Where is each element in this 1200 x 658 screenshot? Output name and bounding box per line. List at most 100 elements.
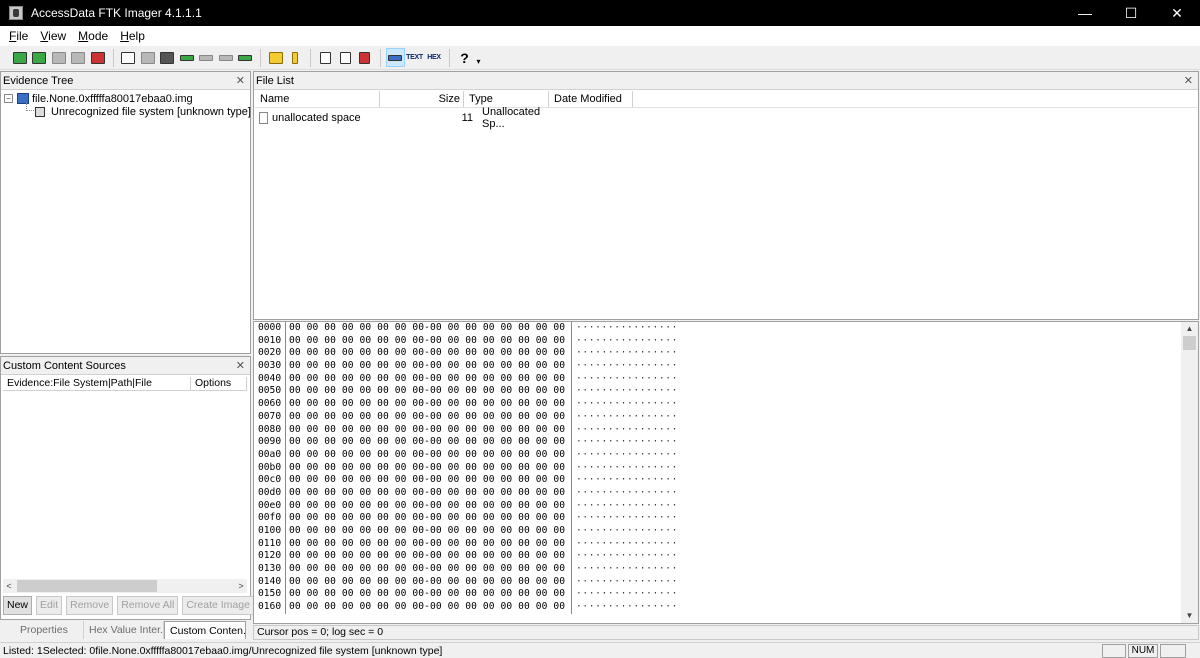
scroll-down-icon[interactable]: ▼ bbox=[1181, 609, 1198, 623]
hex-row[interactable]: 0160 00 00 00 00 00 00 00 00-00 00 00 00 … bbox=[254, 601, 678, 614]
auto-view-icon bbox=[388, 54, 402, 61]
add-all-attached-devices-button[interactable] bbox=[30, 48, 49, 67]
hex-view-button[interactable]: HEX bbox=[425, 48, 444, 67]
hex-row[interactable]: 0060 00 00 00 00 00 00 00 00-00 00 00 00 … bbox=[254, 398, 678, 411]
remove-all-evidence-button[interactable] bbox=[88, 48, 107, 67]
hex-row[interactable]: 00a0 00 00 00 00 00 00 00 00-00 00 00 00 … bbox=[254, 448, 678, 462]
text-view-icon: TEXT bbox=[406, 53, 423, 61]
help-button[interactable]: ? bbox=[455, 48, 474, 67]
remove-evidence-icon bbox=[71, 51, 85, 64]
hex-bytes: 00 00 00 00 00 00 00 00-00 00 00 00 00 0… bbox=[286, 360, 572, 373]
hex-offset: 0100 bbox=[254, 525, 286, 538]
vertical-scrollbar[interactable]: ▲ ▼ bbox=[1181, 322, 1198, 623]
hex-row[interactable]: 0130 00 00 00 00 00 00 00 00-00 00 00 00 … bbox=[254, 563, 678, 576]
close-button[interactable]: ✕ bbox=[1154, 0, 1200, 26]
hex-row[interactable]: 0120 00 00 00 00 00 00 00 00-00 00 00 00 … bbox=[254, 550, 679, 564]
toolbar-options-dropdown[interactable]: ▾ bbox=[477, 57, 481, 66]
hex-ascii: ················ bbox=[576, 512, 679, 524]
tab-custom-content[interactable]: Custom Conten... bbox=[164, 621, 246, 639]
menu-help[interactable]: Help bbox=[114, 27, 151, 45]
hex-row[interactable]: 0150 00 00 00 00 00 00 00 00-00 00 00 00 … bbox=[254, 588, 678, 602]
file-list-row[interactable]: unallocated space 11 Unallocated Sp... bbox=[255, 106, 646, 130]
status-bar: Listed: 1Selected: 0file.None.0xfffffa80… bbox=[0, 642, 1200, 658]
evidence-tree-close-icon[interactable]: ✕ bbox=[236, 74, 245, 87]
hex-ascii: ················ bbox=[576, 499, 679, 511]
export-file-hash-list-button[interactable] bbox=[286, 48, 305, 67]
custom-content-header: Custom Content Sources ✕ bbox=[1, 357, 250, 375]
tab-properties[interactable]: Properties bbox=[0, 621, 84, 639]
tab-hex-value-interpreter[interactable]: Hex Value Inter... bbox=[84, 621, 164, 639]
add-evidence-item-button[interactable] bbox=[10, 48, 29, 67]
scroll-right-icon[interactable]: > bbox=[235, 581, 247, 591]
create-disk-image-button[interactable] bbox=[119, 48, 138, 67]
export-files-button[interactable] bbox=[266, 48, 285, 67]
hex-viewer-panel[interactable]: 0000 00 00 00 00 00 00 00 00-00 00 00 00 … bbox=[253, 321, 1199, 624]
export-disk-image-button[interactable] bbox=[138, 48, 157, 67]
hex-row[interactable]: 0100 00 00 00 00 00 00 00 00-00 00 00 00 … bbox=[254, 525, 678, 538]
column-header-name[interactable]: Name bbox=[255, 91, 380, 107]
status-text: Listed: 1Selected: 0file.None.0xfffffa80… bbox=[3, 644, 443, 657]
horizontal-scrollbar[interactable]: < > bbox=[3, 579, 247, 593]
hex-ascii: ················ bbox=[576, 550, 679, 562]
hex-row[interactable]: 0090 00 00 00 00 00 00 00 00-00 00 00 00 … bbox=[254, 436, 678, 449]
detect-efs-button[interactable] bbox=[236, 48, 255, 67]
hex-row[interactable]: 0070 00 00 00 00 00 00 00 00-00 00 00 00 … bbox=[254, 410, 678, 424]
add-to-custom-content-button[interactable] bbox=[177, 48, 196, 67]
image-mounting-button[interactable] bbox=[49, 48, 68, 67]
text-view-button[interactable]: TEXT bbox=[405, 48, 424, 67]
hex-row[interactable]: 00f0 00 00 00 00 00 00 00 00-00 00 00 00 … bbox=[254, 512, 678, 525]
menu-view[interactable]: View bbox=[34, 27, 72, 45]
remove-evidence-item-button[interactable] bbox=[69, 48, 88, 67]
edit-button[interactable]: Edit bbox=[36, 596, 63, 615]
obtain-protected-files-button[interactable] bbox=[355, 48, 374, 67]
column-header-type[interactable]: Type bbox=[464, 91, 549, 107]
hex-row[interactable]: 0050 00 00 00 00 00 00 00 00-00 00 00 00 … bbox=[254, 385, 678, 399]
scroll-thumb[interactable] bbox=[1183, 336, 1196, 350]
tree-node-file-system[interactable]: Unrecognized file system [unknown type] bbox=[35, 105, 251, 118]
hex-offset: 0110 bbox=[254, 537, 286, 551]
hex-offset: 00f0 bbox=[254, 512, 286, 525]
column-header-evidence[interactable]: Evidence:File System|Path|File bbox=[3, 377, 191, 391]
maximize-button[interactable]: ☐ bbox=[1108, 0, 1154, 26]
scroll-left-icon[interactable]: < bbox=[3, 581, 15, 591]
menu-mode[interactable]: Mode bbox=[72, 27, 114, 45]
column-header-size[interactable]: Size bbox=[380, 91, 464, 107]
collapse-icon[interactable]: − bbox=[4, 94, 13, 103]
export-logical-image-button[interactable] bbox=[158, 48, 177, 67]
file-system-icon bbox=[35, 106, 45, 117]
hex-row[interactable]: 0000 00 00 00 00 00 00 00 00-00 00 00 00 … bbox=[254, 322, 678, 335]
minimize-button[interactable]: — bbox=[1062, 0, 1108, 26]
menu-bar: File View Mode Help bbox=[0, 26, 1200, 46]
hex-ascii: ················ bbox=[576, 322, 679, 333]
hex-row[interactable]: 0010 00 00 00 00 00 00 00 00-00 00 00 00 … bbox=[254, 334, 678, 348]
create-custom-content-image-button[interactable] bbox=[197, 48, 216, 67]
hex-row[interactable]: 0020 00 00 00 00 00 00 00 00-00 00 00 00 … bbox=[254, 347, 678, 361]
auto-view-button[interactable] bbox=[385, 48, 405, 67]
custom-content-close-icon[interactable]: ✕ bbox=[236, 359, 245, 372]
hex-offset: 0160 bbox=[254, 601, 286, 614]
tree-connector bbox=[26, 103, 34, 111]
decrypt-ad1-button[interactable] bbox=[216, 48, 235, 67]
menu-file[interactable]: File bbox=[3, 27, 34, 45]
remove-button[interactable]: Remove bbox=[66, 596, 114, 615]
hex-row[interactable]: 00c0 00 00 00 00 00 00 00 00-00 00 00 00 … bbox=[254, 474, 678, 487]
scroll-thumb[interactable] bbox=[17, 580, 157, 592]
evidence-tree-header: Evidence Tree ✕ bbox=[1, 72, 250, 90]
hex-row[interactable]: 0030 00 00 00 00 00 00 00 00-00 00 00 00 … bbox=[254, 360, 678, 373]
hex-row[interactable]: 0040 00 00 00 00 00 00 00 00-00 00 00 00 … bbox=[254, 372, 678, 386]
scroll-up-icon[interactable]: ▲ bbox=[1181, 322, 1198, 336]
new-button[interactable]: New bbox=[3, 596, 33, 615]
hex-row[interactable]: 0140 00 00 00 00 00 00 00 00-00 00 00 00 … bbox=[254, 575, 678, 589]
verify-drive-button[interactable] bbox=[316, 48, 335, 67]
column-header-options[interactable]: Options bbox=[191, 377, 247, 391]
file-list-close-icon[interactable]: ✕ bbox=[1184, 74, 1193, 87]
hex-row[interactable]: 00e0 00 00 00 00 00 00 00 00-00 00 00 00 … bbox=[254, 499, 679, 513]
column-header-date-modified[interactable]: Date Modified bbox=[549, 91, 633, 107]
create-image-button[interactable]: Create Image bbox=[182, 596, 254, 615]
hex-row[interactable]: 0080 00 00 00 00 00 00 00 00-00 00 00 00 … bbox=[254, 423, 678, 437]
capture-memory-button[interactable] bbox=[336, 48, 355, 67]
remove-all-button[interactable]: Remove All bbox=[117, 596, 179, 615]
hex-row[interactable]: 00b0 00 00 00 00 00 00 00 00-00 00 00 00 … bbox=[254, 461, 678, 475]
hex-row[interactable]: 0110 00 00 00 00 00 00 00 00-00 00 00 00 … bbox=[254, 537, 678, 551]
hex-row[interactable]: 00d0 00 00 00 00 00 00 00 00-00 00 00 00 … bbox=[254, 486, 678, 500]
